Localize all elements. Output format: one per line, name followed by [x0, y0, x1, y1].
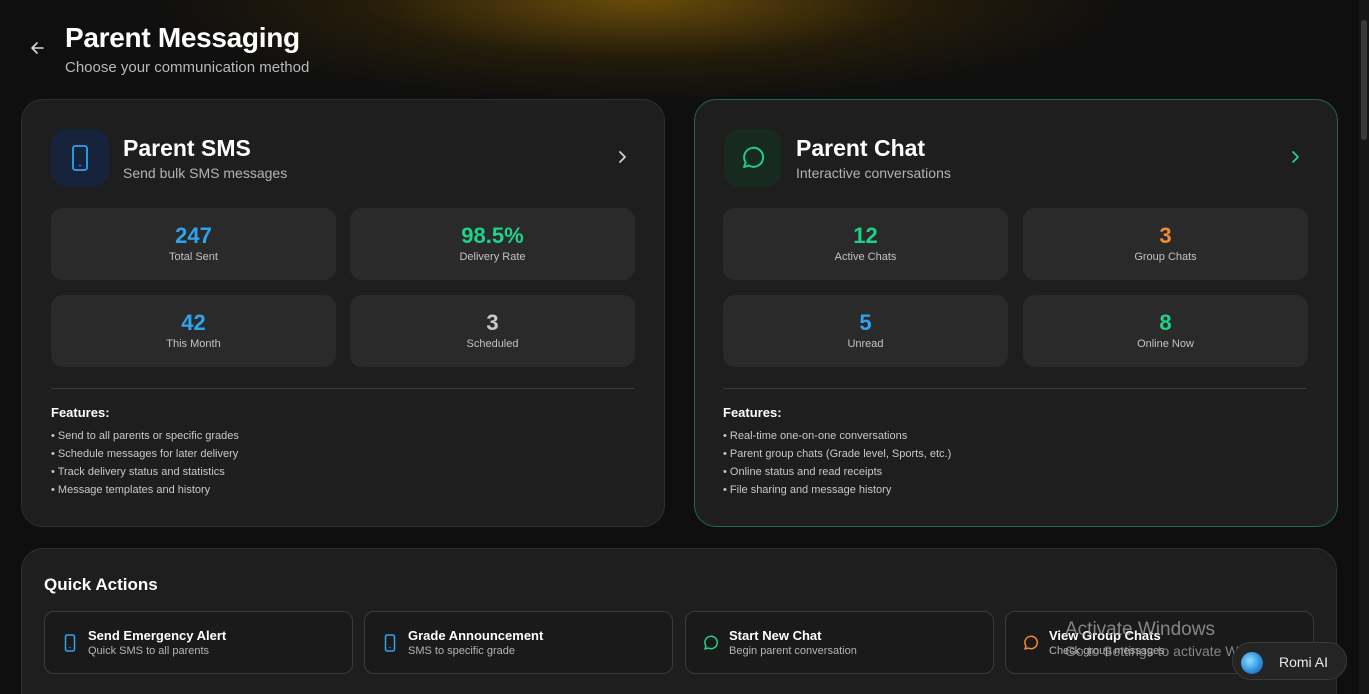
- smartphone-icon: [381, 634, 399, 652]
- quick-actions-title: Quick Actions: [44, 575, 158, 594]
- scrollbar-thumb[interactable]: [1361, 20, 1367, 140]
- quick-action-subtitle: Check group messages: [1049, 645, 1165, 657]
- feature-item: • Online status and read receipts: [723, 466, 883, 478]
- stat-label: Active Chats: [834, 251, 897, 263]
- page-scrollbar[interactable]: [1359, 0, 1369, 694]
- stat-value: 8: [1159, 310, 1172, 335]
- features-list: • Send to all parents or specific grades…: [51, 429, 239, 501]
- quick-action-title: Grade Announcement: [408, 628, 544, 643]
- arrow-left-icon: [31, 42, 44, 54]
- stat-scheduled: 3 Scheduled: [350, 295, 635, 367]
- send-emergency-alert-button[interactable]: Send Emergency Alert Quick SMS to all pa…: [44, 611, 353, 674]
- card-divider: [51, 388, 635, 389]
- feature-item: • Parent group chats (Grade level, Sport…: [723, 448, 952, 460]
- feature-item: • Track delivery status and statistics: [51, 466, 225, 478]
- stat-value: 3: [1159, 223, 1172, 248]
- chat-card-open-button[interactable]: [1289, 149, 1303, 165]
- stat-label: This Month: [166, 338, 221, 350]
- quick-action-subtitle: SMS to specific grade: [408, 645, 515, 657]
- back-button[interactable]: [28, 40, 48, 56]
- stat-delivery-rate: 98.5% Delivery Rate: [350, 208, 635, 280]
- stat-unread: 5 Unread: [723, 295, 1008, 367]
- message-circle-icon: [1022, 634, 1040, 652]
- features-heading: Features:: [51, 405, 110, 420]
- page-header: Parent Messaging Choose your communicati…: [22, 18, 722, 82]
- stat-value: 3: [486, 310, 499, 335]
- quick-action-subtitle: Begin parent conversation: [729, 645, 857, 657]
- stat-label: Scheduled: [466, 338, 519, 350]
- stat-online-now: 8 Online Now: [1023, 295, 1308, 367]
- feature-item: • Send to all parents or specific grades: [51, 430, 239, 442]
- stat-group-chats: 3 Group Chats: [1023, 208, 1308, 280]
- page-title: Parent Messaging: [65, 22, 300, 53]
- romi-ai-label: Romi AI: [1279, 654, 1329, 670]
- features-list: • Real-time one-on-one conversations • P…: [723, 429, 951, 501]
- chat-card-title: Parent Chat: [796, 135, 926, 161]
- stat-label: Unread: [847, 338, 884, 350]
- feature-item: • Schedule messages for later delivery: [51, 448, 239, 460]
- stat-this-month: 42 This Month: [51, 295, 336, 367]
- smartphone-icon: [61, 634, 79, 652]
- grade-announcement-button[interactable]: Grade Announcement SMS to specific grade: [364, 611, 673, 674]
- smartphone-icon: [72, 145, 88, 171]
- stat-value: 247: [175, 223, 212, 248]
- sms-card-open-button[interactable]: [616, 149, 630, 165]
- romi-ai-avatar: [1241, 652, 1263, 674]
- chevron-right-icon: [1292, 151, 1299, 163]
- sms-card-title: Parent SMS: [123, 135, 251, 161]
- stat-label: Group Chats: [1134, 251, 1197, 263]
- stat-active-chats: 12 Active Chats: [723, 208, 1008, 280]
- stat-label: Online Now: [1137, 338, 1194, 350]
- features-heading: Features:: [723, 405, 782, 420]
- quick-action-title: View Group Chats: [1049, 628, 1161, 643]
- stat-value: 5: [859, 310, 872, 335]
- message-circle-icon: [702, 634, 720, 652]
- quick-action-title: Start New Chat: [729, 628, 822, 643]
- quick-action-subtitle: Quick SMS to all parents: [88, 645, 210, 657]
- feature-item: • Message templates and history: [51, 484, 211, 496]
- sms-card-subtitle: Send bulk SMS messages: [123, 165, 288, 181]
- chat-card-subtitle: Interactive conversations: [796, 165, 951, 181]
- stat-value: 12: [853, 223, 878, 248]
- page-subtitle: Choose your communication method: [65, 59, 310, 76]
- romi-ai-button[interactable]: Romi AI: [1232, 642, 1347, 680]
- parent-chat-card[interactable]: Parent Chat Interactive conversations 12…: [694, 99, 1338, 527]
- chevron-right-icon: [619, 151, 626, 163]
- quick-actions-panel: Quick Actions Send Emergency Alert Quick…: [21, 548, 1337, 694]
- quick-action-title: Send Emergency Alert: [88, 628, 227, 643]
- parent-sms-card[interactable]: Parent SMS Send bulk SMS messages 247 To…: [21, 99, 665, 527]
- card-divider: [723, 388, 1307, 389]
- stat-value: 42: [181, 310, 206, 335]
- stat-label: Total Sent: [169, 251, 218, 263]
- start-new-chat-button[interactable]: Start New Chat Begin parent conversation: [685, 611, 994, 674]
- message-circle-icon: [743, 146, 765, 168]
- feature-item: • Real-time one-on-one conversations: [723, 430, 908, 442]
- stat-label: Delivery Rate: [459, 251, 526, 263]
- chat-card-icon-box: [724, 129, 782, 187]
- stat-total-sent: 247 Total Sent: [51, 208, 336, 280]
- sms-card-icon-box: [51, 129, 109, 187]
- feature-item: • File sharing and message history: [723, 484, 892, 496]
- stat-value: 98.5%: [461, 223, 524, 248]
